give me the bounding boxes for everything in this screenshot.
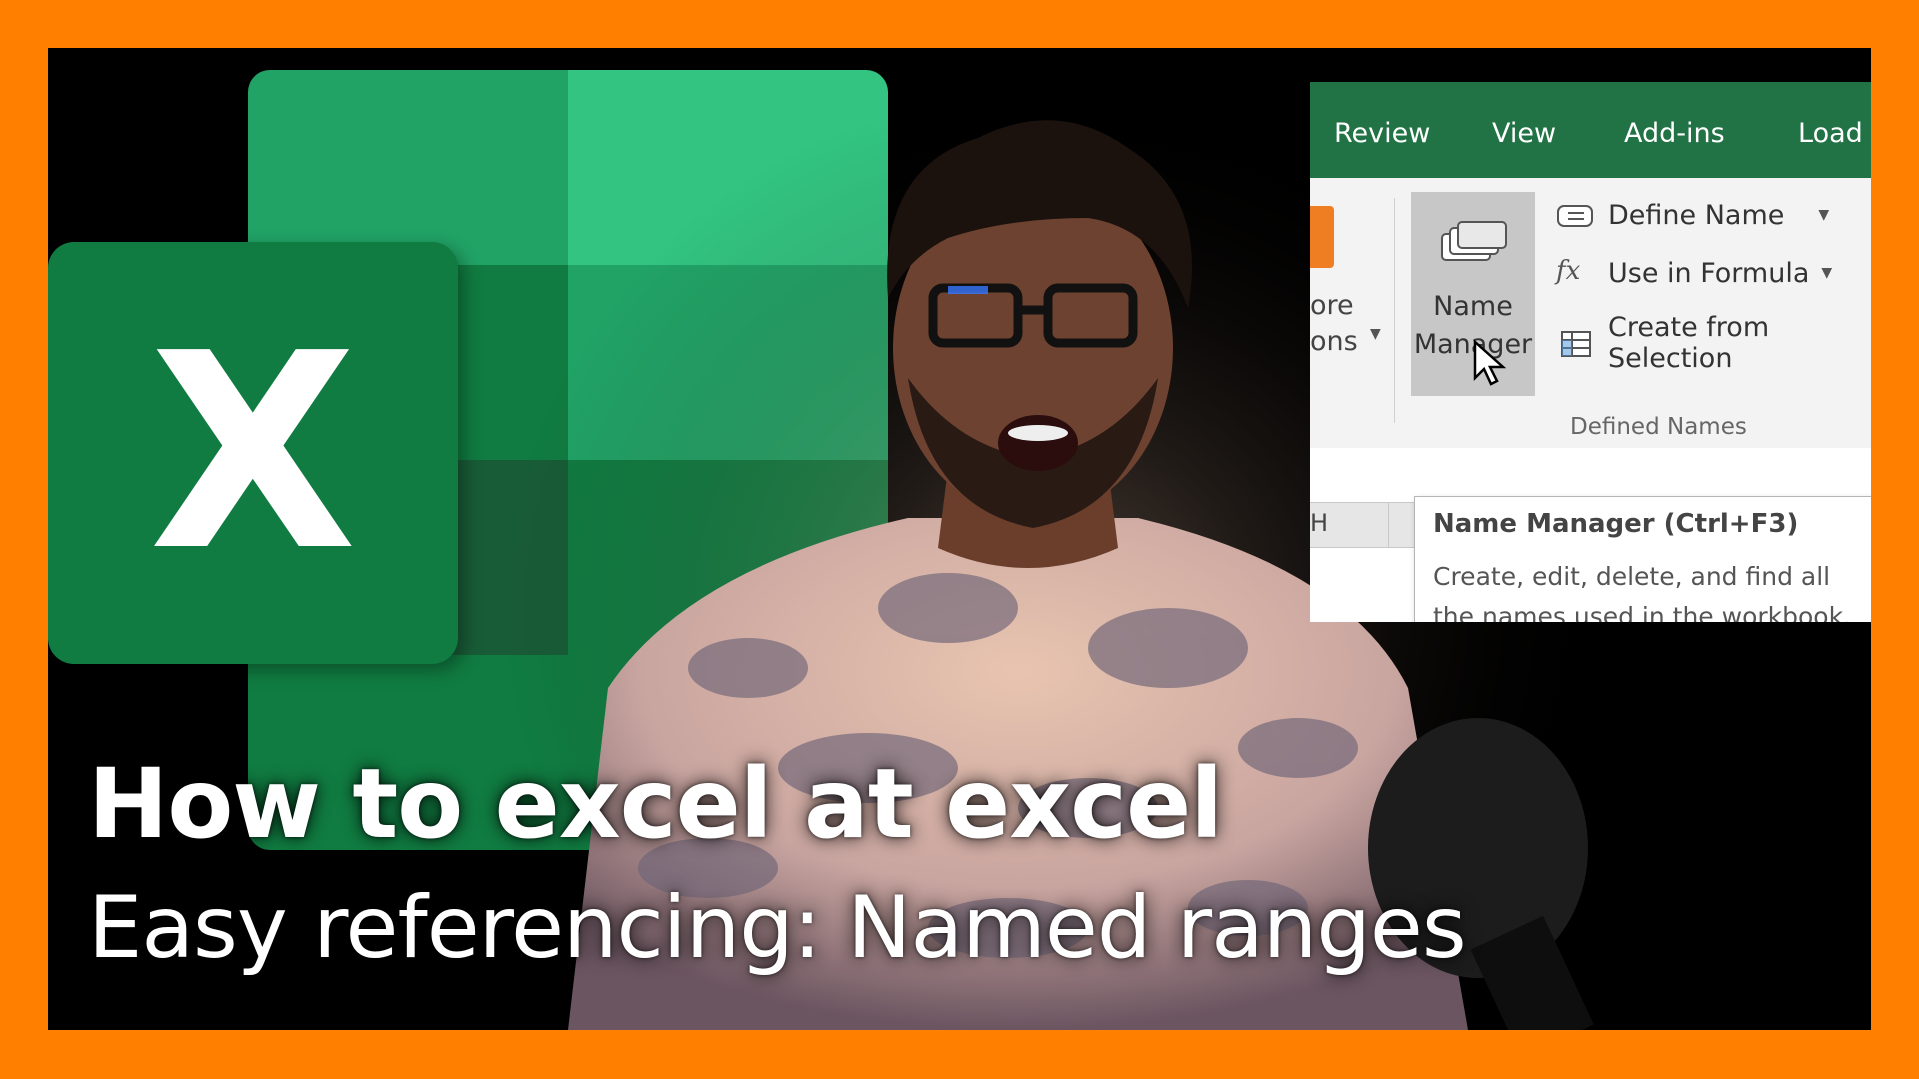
create-from-selection-label: Create from Selection	[1608, 312, 1770, 374]
mouse-cursor-icon	[1473, 340, 1507, 386]
chevron-down-icon: ▼	[1821, 265, 1833, 281]
tab-add-ins[interactable]: Add-ins	[1624, 118, 1725, 149]
use-in-formula-label: Use in Formula	[1608, 257, 1810, 289]
fx-icon: fx	[1556, 256, 1581, 286]
partial-label-ore: ore	[1310, 290, 1354, 321]
more-functions-icon[interactable]	[1310, 206, 1334, 268]
define-name-label: Define Name	[1608, 199, 1785, 231]
define-name-button[interactable]: Define Name ▼	[1556, 198, 1829, 232]
chevron-down-icon: ▼	[1370, 326, 1381, 342]
define-name-icon	[1556, 198, 1594, 232]
partial-label-ons: ons	[1310, 326, 1358, 357]
use-in-formula-button[interactable]: fx Use in Formula ▼	[1556, 256, 1832, 290]
name-manager-button[interactable]: Name Manager	[1411, 192, 1535, 396]
create-from-selection-button[interactable]: Create from Selection	[1556, 312, 1871, 374]
group-separator	[1394, 198, 1395, 423]
thumbnail-frame: X Review View Add-ins Load ore ons ▼ Nam…	[48, 48, 1871, 1030]
tooltip-title: Name Manager (Ctrl+F3)	[1433, 509, 1799, 539]
tab-load-test[interactable]: Load Test	[1798, 118, 1871, 149]
group-label: Defined Names	[1570, 414, 1747, 440]
name-manager-label-line1: Name	[1433, 291, 1513, 322]
defined-names-group: ore ons ▼ Name Manager Define Name ▼ fx …	[1310, 178, 1871, 448]
excel-ribbon-screenshot: Review View Add-ins Load Test ore ons ▼ …	[1310, 82, 1871, 622]
tab-view[interactable]: View	[1492, 118, 1556, 149]
chevron-down-icon: ▼	[1818, 207, 1830, 223]
tooltip-body: Create, edit, delete, and find all the n…	[1433, 562, 1852, 622]
tab-review[interactable]: Review	[1334, 118, 1430, 149]
name-manager-tooltip: Name Manager (Ctrl+F3) Create, edit, del…	[1414, 496, 1871, 622]
name-manager-icon	[1441, 221, 1507, 261]
ribbon-tabs: Review View Add-ins Load Test	[1310, 82, 1871, 178]
video-subtitle: Easy referencing: Named ranges	[88, 878, 1467, 978]
create-from-selection-icon	[1556, 326, 1594, 360]
video-title: How to excel at excel	[88, 748, 1223, 860]
column-header-h: H	[1310, 509, 1329, 537]
